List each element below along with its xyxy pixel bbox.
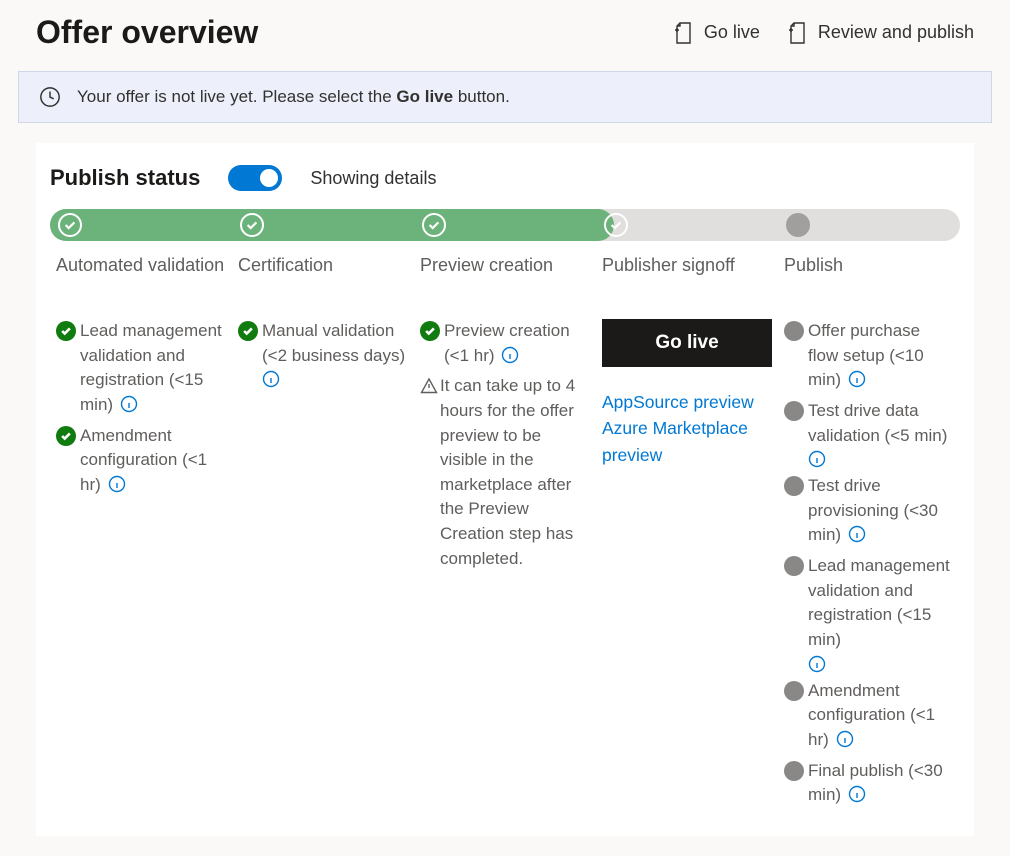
check-icon: [56, 321, 76, 341]
list-item: Lead management validation and registrat…: [784, 554, 954, 673]
go-live-header-button[interactable]: Go live: [674, 22, 760, 44]
stage-automated-validation: Automated validation Lead management val…: [50, 255, 232, 814]
info-icon[interactable]: [836, 730, 854, 748]
list-item: Final publish (<30 min): [784, 759, 954, 808]
stage-certification: Certification Manual validation (<2 busi…: [232, 255, 414, 814]
status-header: Publish status Showing details: [50, 165, 960, 209]
list-item: Preview creation (<1 hr): [420, 319, 590, 368]
list-item: Amendment configuration (<1 hr): [784, 679, 954, 753]
pending-icon: [784, 321, 804, 341]
stage-columns: Automated validation Lead management val…: [50, 255, 960, 814]
step-check-icon: [58, 213, 82, 237]
check-icon: [238, 321, 258, 341]
step-check-icon: [240, 213, 264, 237]
pending-icon: [784, 761, 804, 781]
step-pending-icon: [786, 213, 810, 237]
info-icon[interactable]: [848, 370, 866, 388]
header-actions: Go live Review and publish: [674, 22, 974, 44]
step-check-icon: [604, 213, 628, 237]
preview-warning: It can take up to 4 hours for the offer …: [420, 374, 590, 571]
info-icon[interactable]: [108, 475, 126, 493]
stage-publisher-signoff: Publisher signoff Go live AppSource prev…: [596, 255, 778, 814]
pending-icon: [784, 556, 804, 576]
list-item: Offer purchase flow setup (<10 min): [784, 319, 954, 393]
go-live-button[interactable]: Go live: [602, 319, 772, 367]
stage-publish: Publish Offer purchase flow setup (<10 m…: [778, 255, 960, 814]
check-icon: [420, 321, 440, 341]
pending-icon: [784, 681, 804, 701]
publish-icon: [674, 22, 694, 44]
list-item: Manual validation (<2 business days): [238, 319, 408, 388]
info-text: Your offer is not live yet. Please selec…: [77, 87, 510, 107]
step-check-icon: [422, 213, 446, 237]
publish-icon: [788, 22, 808, 44]
check-icon: [56, 426, 76, 446]
info-icon[interactable]: [808, 450, 826, 468]
pending-icon: [784, 476, 804, 496]
list-item: Lead management validation and registrat…: [56, 319, 226, 418]
info-banner: Your offer is not live yet. Please selec…: [18, 71, 992, 123]
info-icon[interactable]: [808, 655, 826, 673]
details-toggle[interactable]: [228, 165, 282, 191]
page-title: Offer overview: [36, 14, 674, 51]
stage-preview-creation: Preview creation Preview creation (<1 hr…: [414, 255, 596, 814]
azure-marketplace-preview-link[interactable]: Azure Marketplace preview: [602, 415, 772, 468]
info-icon[interactable]: [262, 370, 280, 388]
list-item: Amendment configuration (<1 hr): [56, 424, 226, 498]
warning-icon: [420, 377, 438, 395]
info-icon[interactable]: [120, 395, 138, 413]
info-icon[interactable]: [848, 785, 866, 803]
clock-icon: [39, 86, 61, 108]
status-heading: Publish status: [50, 165, 200, 191]
info-icon[interactable]: [501, 346, 519, 364]
progress-bar: [50, 209, 960, 241]
info-icon[interactable]: [848, 525, 866, 543]
review-publish-button[interactable]: Review and publish: [788, 22, 974, 44]
page-header: Offer overview Go live Review and publis…: [0, 0, 1010, 71]
pending-icon: [784, 401, 804, 421]
toggle-label: Showing details: [310, 168, 436, 189]
list-item: Test drive provisioning (<30 min): [784, 474, 954, 548]
appsource-preview-link[interactable]: AppSource preview: [602, 389, 772, 415]
list-item: Test drive data validation (<5 min): [784, 399, 954, 468]
content-card: Publish status Showing details Automated…: [36, 143, 974, 836]
